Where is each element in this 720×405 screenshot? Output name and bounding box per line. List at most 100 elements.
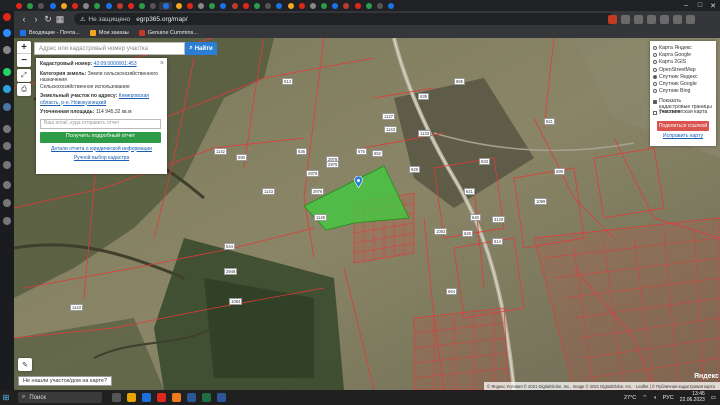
- browser-tab[interactable]: [274, 2, 284, 10]
- profile-icon[interactable]: [673, 14, 682, 24]
- radio-icon[interactable]: [653, 67, 657, 72]
- browser-tab[interactable]: [126, 2, 136, 10]
- player-icon[interactable]: [3, 161, 11, 169]
- browser-tab[interactable]: [386, 2, 396, 10]
- bookmark-icon[interactable]: [3, 46, 11, 54]
- weather-text[interactable]: 27°C: [624, 395, 636, 401]
- excel-icon[interactable]: [202, 393, 211, 402]
- browser-tab[interactable]: [319, 2, 329, 10]
- vpn-icon[interactable]: [608, 14, 617, 24]
- print-icon[interactable]: ⎙: [17, 83, 31, 96]
- home-icon[interactable]: [3, 29, 11, 37]
- browser-tab[interactable]: [341, 2, 351, 10]
- taskbar-search[interactable]: ⌕ Поиск: [18, 392, 102, 403]
- email-field[interactable]: Ваш email, куда отправить отчет: [40, 118, 161, 129]
- network-icon[interactable]: ⌔: [642, 394, 647, 401]
- address-bar[interactable]: ⚠ Не защищено egrp365.org/map/: [74, 13, 614, 25]
- send-icon[interactable]: [3, 142, 11, 150]
- close-icon[interactable]: ×: [160, 59, 164, 68]
- cadastral-number-link[interactable]: 42:09:0000001:453: [94, 61, 137, 67]
- browser-tab[interactable]: [252, 2, 262, 10]
- search-input[interactable]: Адрес или кадастровый номер участка: [34, 42, 185, 55]
- favorites-icon[interactable]: [3, 181, 11, 189]
- base-layer-option[interactable]: Карта 2GIS: [653, 59, 713, 66]
- get-report-button[interactable]: Получить подробный отчет: [40, 131, 161, 143]
- file-explorer-icon[interactable]: [127, 393, 136, 402]
- back-arrow-icon[interactable]: ‹: [18, 12, 30, 26]
- extensions-icon[interactable]: [3, 217, 11, 225]
- zoom-in-button[interactable]: +: [17, 41, 31, 54]
- task-view-icon[interactable]: [112, 393, 121, 402]
- opera-logo-icon[interactable]: [3, 13, 11, 21]
- find-button[interactable]: ⌕ Найти: [185, 42, 217, 55]
- settings-icon[interactable]: [3, 199, 11, 207]
- browser-tab[interactable]: [308, 2, 318, 10]
- browser-tab[interactable]: [174, 2, 184, 10]
- browser-tab[interactable]: [375, 2, 385, 10]
- forward-arrow-icon[interactable]: ›: [30, 12, 42, 26]
- browser-tab[interactable]: [241, 2, 251, 10]
- download-icon[interactable]: [647, 14, 656, 24]
- not-found-button[interactable]: Не нашли участок/дом на карте?: [18, 376, 113, 386]
- base-layer-option[interactable]: Спутник Bing: [653, 88, 713, 95]
- browser-tab[interactable]: [196, 2, 206, 10]
- radio-icon[interactable]: [653, 52, 657, 57]
- language-indicator[interactable]: РУС: [663, 395, 674, 401]
- fullscreen-icon[interactable]: ⤢: [17, 69, 31, 82]
- extensions-icon[interactable]: [621, 14, 630, 24]
- report-details-link[interactable]: Детали отчета о юридической информации: [51, 146, 152, 152]
- browser-tab[interactable]: [353, 2, 363, 10]
- app-icon[interactable]: [172, 393, 181, 402]
- bookmark-item[interactable]: Мои заказы: [89, 29, 129, 36]
- radio-icon[interactable]: [653, 89, 657, 94]
- browser-tab[interactable]: [14, 2, 24, 10]
- heart-icon[interactable]: [634, 14, 643, 24]
- browser-tab[interactable]: [330, 2, 340, 10]
- radio-icon[interactable]: [653, 60, 657, 65]
- browser-tab[interactable]: [59, 2, 69, 10]
- volume-icon[interactable]: ◖: [653, 395, 656, 401]
- browser-tab[interactable]: [286, 2, 296, 10]
- base-layer-option[interactable]: OpenStreetMap: [653, 66, 713, 73]
- radio-icon[interactable]: [653, 74, 657, 79]
- browser-tab[interactable]: [230, 2, 240, 10]
- bookmark-item[interactable]: Входящие - Почта...: [20, 29, 80, 36]
- radio-icon[interactable]: [653, 82, 657, 87]
- close-window-button[interactable]: ✕: [706, 0, 720, 11]
- checkbox-icon[interactable]: [653, 111, 657, 116]
- browser-tab[interactable]: [36, 2, 46, 10]
- browser-tab[interactable]: [218, 2, 228, 10]
- share-link-button[interactable]: Поделиться ссылкой: [657, 121, 709, 132]
- minimize-button[interactable]: –: [679, 0, 693, 11]
- fix-map-link[interactable]: Исправить карту: [653, 133, 713, 139]
- history-icon[interactable]: [3, 125, 11, 133]
- bookmark-item[interactable]: Genuine Cummins...: [138, 29, 198, 36]
- vk-icon[interactable]: [3, 103, 11, 111]
- browser-tab[interactable]: [185, 2, 195, 10]
- browser-tab[interactable]: [81, 2, 91, 10]
- browser-tab[interactable]: [137, 2, 147, 10]
- browser-tab[interactable]: [25, 2, 35, 10]
- maximize-button[interactable]: □: [693, 0, 707, 11]
- telegram-icon[interactable]: [3, 85, 11, 93]
- browser-tab[interactable]: [297, 2, 307, 10]
- menu-icon[interactable]: [686, 14, 695, 24]
- base-layer-option[interactable]: Спутник Яндекс: [653, 73, 713, 80]
- reload-icon[interactable]: ↻: [42, 12, 54, 26]
- speed-dial-icon[interactable]: ▦: [54, 12, 66, 26]
- overlay-option[interactable]: Тематическая карта: [653, 110, 713, 118]
- word-icon[interactable]: [217, 393, 226, 402]
- browser-tab[interactable]: [159, 1, 173, 10]
- radio-icon[interactable]: [653, 45, 657, 50]
- base-layer-option[interactable]: Карта Google: [653, 51, 713, 58]
- camera-icon[interactable]: [660, 14, 669, 24]
- location-marker-icon[interactable]: [354, 176, 363, 188]
- whatsapp-icon[interactable]: [3, 68, 11, 76]
- base-layer-option[interactable]: Карта Яндекс: [653, 44, 713, 51]
- windows-start-icon[interactable]: ⊞: [0, 390, 12, 405]
- browser-tab[interactable]: [148, 2, 158, 10]
- browser-tab[interactable]: [48, 2, 58, 10]
- checkbox-icon[interactable]: [653, 100, 657, 105]
- manual-select-link[interactable]: Ручной выбор кадастра: [74, 155, 129, 161]
- browser-tab[interactable]: [70, 2, 80, 10]
